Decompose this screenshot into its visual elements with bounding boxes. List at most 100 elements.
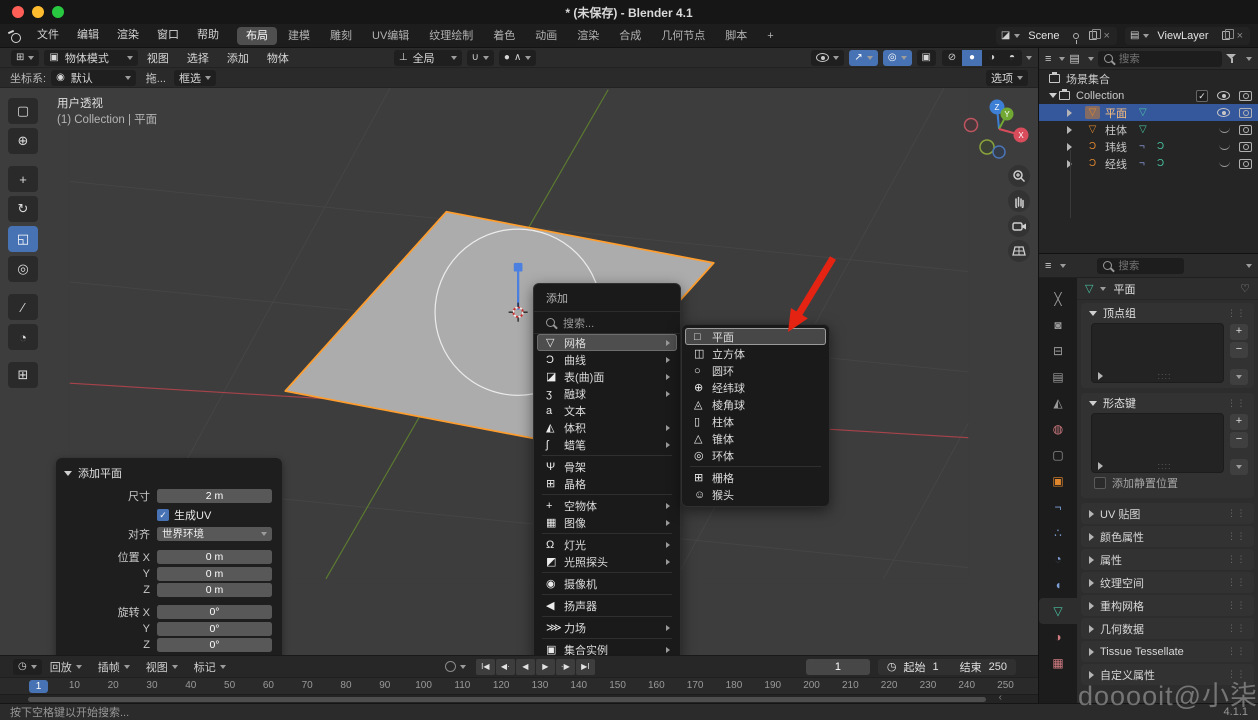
outliner-object-row[interactable]: Ɔ 玮线 ¬ Ɔ xyxy=(1039,138,1258,155)
panel-grip-icon[interactable]: ⋮⋮ xyxy=(1227,508,1246,519)
workspace-tab[interactable]: 着色 xyxy=(484,27,524,45)
timeline-scrollbar[interactable]: ‹ xyxy=(0,694,1038,703)
outliner-object-row[interactable]: Ɔ 经线 ¬ Ɔ xyxy=(1039,155,1258,172)
expand-arrow-icon[interactable] xyxy=(1067,126,1079,134)
panel-grip-icon[interactable]: ⋮⋮ xyxy=(1227,398,1246,409)
hide-toggle-icon[interactable] xyxy=(1219,127,1230,133)
chevron-down-icon[interactable] xyxy=(1246,264,1252,268)
chevron-down-icon[interactable] xyxy=(1100,287,1106,291)
timeline-editor-type-button[interactable]: ◷ xyxy=(13,659,42,675)
menu-item[interactable]: ◪ 表(曲)面 xyxy=(537,368,677,385)
menu-item[interactable]: + 空物体 xyxy=(537,497,677,514)
submenu-item[interactable]: △ 锥体 xyxy=(685,430,826,447)
submenu-item[interactable]: ⊕ 经纬球 xyxy=(685,379,826,396)
remove-item-button[interactable]: − xyxy=(1230,342,1248,358)
workspace-tab[interactable]: + xyxy=(758,27,782,45)
hide-toggle-icon[interactable] xyxy=(1217,108,1230,117)
collapsed-panel-header[interactable]: 属性 ⋮⋮ xyxy=(1081,549,1254,570)
close-icon[interactable]: × xyxy=(1102,30,1112,42)
menu-item[interactable]: ▦ 图像 xyxy=(537,514,677,531)
axis-x-neg[interactable] xyxy=(965,119,978,132)
workspace-tab[interactable]: 几何节点 xyxy=(652,27,714,45)
display-mode-icon[interactable]: ≡ xyxy=(1045,53,1051,65)
shield-icon[interactable]: ♡ xyxy=(1240,282,1250,295)
toolbar-tool-button[interactable]: ⊞ xyxy=(8,362,38,388)
toolbar-tool-button[interactable]: ∕ xyxy=(8,294,38,320)
snap-dropdown[interactable]: ∪ xyxy=(467,50,494,66)
camera-visibility-icon[interactable] xyxy=(1239,159,1252,169)
collapse-icon[interactable] xyxy=(64,471,72,476)
properties-tab[interactable]: ◑ xyxy=(1039,624,1077,650)
camera-visibility-icon[interactable] xyxy=(1239,142,1252,152)
auto-keying-toggle[interactable] xyxy=(445,661,456,672)
filter-funnel-icon[interactable] xyxy=(1226,53,1238,65)
gizmo-toggle[interactable]: ↗ xyxy=(849,50,877,66)
panel-grip-icon[interactable]: ⋮⋮ xyxy=(1227,600,1246,611)
playback-button[interactable]: ·▶ xyxy=(556,659,575,675)
size-field[interactable]: 2 m xyxy=(157,489,272,503)
close-icon[interactable]: × xyxy=(1235,30,1245,42)
panel-grip-icon[interactable]: ⋮⋮ xyxy=(1227,554,1246,565)
transform-orientation-dropdown[interactable]: ⊥ 全局 xyxy=(394,50,462,66)
new-scene-icon[interactable] xyxy=(1089,31,1097,40)
close-window-button[interactable] xyxy=(12,6,24,18)
end-frame-field[interactable]: 250 xyxy=(989,661,1007,673)
rotation-field[interactable]: 0° xyxy=(157,622,272,636)
navigation-gizmo[interactable]: Z Y X xyxy=(950,92,1038,162)
shading-dropdown-icon[interactable] xyxy=(1026,56,1032,60)
collection-row[interactable]: Collection ✓ xyxy=(1039,87,1258,104)
properties-tab[interactable]: ◍ xyxy=(1039,416,1077,442)
list-resize-grip[interactable]: :::: xyxy=(1158,461,1172,471)
workspace-tab[interactable]: 建模 xyxy=(279,27,319,45)
shape-keys-list[interactable]: :::: xyxy=(1091,413,1224,473)
submenu-item[interactable]: ○ 圆环 xyxy=(685,362,826,379)
workspace-tab[interactable]: 雕刻 xyxy=(321,27,361,45)
playback-button[interactable]: ▶I xyxy=(576,659,595,675)
outliner-search[interactable] xyxy=(1098,51,1222,67)
minimize-window-button[interactable] xyxy=(32,6,44,18)
overlays-toggle[interactable]: ◎ xyxy=(883,50,912,66)
collapsed-panel-header[interactable]: 颜色属性 ⋮⋮ xyxy=(1081,526,1254,547)
xray-toggle[interactable]: ▣ xyxy=(917,50,936,66)
properties-tab[interactable]: ◔ xyxy=(1039,546,1077,572)
menu-item[interactable]: ◭ 体积 xyxy=(537,419,677,436)
camera-view-button[interactable] xyxy=(1008,215,1030,237)
viewport-menu[interactable]: 视图 xyxy=(138,50,178,66)
topbar-menu[interactable]: 帮助 xyxy=(188,24,228,47)
timeline-menu[interactable]: 回放 xyxy=(42,659,90,675)
outliner-search-input[interactable] xyxy=(1119,53,1179,65)
specials-menu-button[interactable] xyxy=(1230,459,1248,475)
camera-visibility-icon[interactable] xyxy=(1239,108,1252,118)
pin-icon[interactable] xyxy=(1073,33,1079,39)
playback-button[interactable]: ▶ xyxy=(536,659,555,675)
collection-checkbox[interactable]: ✓ xyxy=(1196,90,1208,102)
vertex-groups-list[interactable]: :::: xyxy=(1091,323,1224,383)
material-shading-button[interactable]: ◑ xyxy=(982,50,1002,66)
proportional-edit-dropdown[interactable]: ●∧ xyxy=(499,50,536,66)
visibility-dropdown[interactable] xyxy=(811,50,844,66)
options-dropdown[interactable]: 选项 xyxy=(986,70,1028,86)
timeline-menu[interactable]: 标记 xyxy=(186,659,234,675)
ortho-toggle-button[interactable] xyxy=(1008,240,1030,262)
expand-arrow-icon[interactable] xyxy=(1067,160,1079,168)
menu-item[interactable]: ◉ 摄像机 xyxy=(537,575,677,592)
properties-tab[interactable]: ◭ xyxy=(1039,390,1077,416)
operator-panel[interactable]: 添加平面 尺寸 2 m ✓ 生成UV 对齐 世界环境 xyxy=(56,458,282,655)
remove-item-button[interactable]: − xyxy=(1230,432,1248,448)
properties-tab[interactable]: ⊟ xyxy=(1039,338,1077,364)
timeline-ruler[interactable]: 1 10203040506070809010011012013014015016… xyxy=(0,677,1038,694)
properties-tab[interactable]: ¬ xyxy=(1039,494,1077,520)
collapsed-panel-header[interactable]: 自定义属性 ⋮⋮ xyxy=(1081,664,1254,685)
expand-arrow-icon[interactable] xyxy=(1049,93,1057,98)
list-expand-icon[interactable] xyxy=(1098,462,1103,470)
panel-grip-icon[interactable]: ⋮⋮ xyxy=(1227,577,1246,588)
rendered-shading-button[interactable]: ◓ xyxy=(1002,50,1022,66)
panel-grip-icon[interactable]: ⋮⋮ xyxy=(1227,531,1246,542)
list-expand-icon[interactable] xyxy=(1098,372,1103,380)
rotation-field[interactable]: 0° xyxy=(157,605,272,619)
hide-toggle-icon[interactable] xyxy=(1219,144,1230,150)
panel-grip-icon[interactable]: ⋮⋮ xyxy=(1227,646,1246,657)
workspace-tab[interactable]: UV编辑 xyxy=(363,27,418,45)
menu-item[interactable]: ⊞ 晶格 xyxy=(537,475,677,492)
keying-dropdown-icon[interactable] xyxy=(460,665,466,669)
